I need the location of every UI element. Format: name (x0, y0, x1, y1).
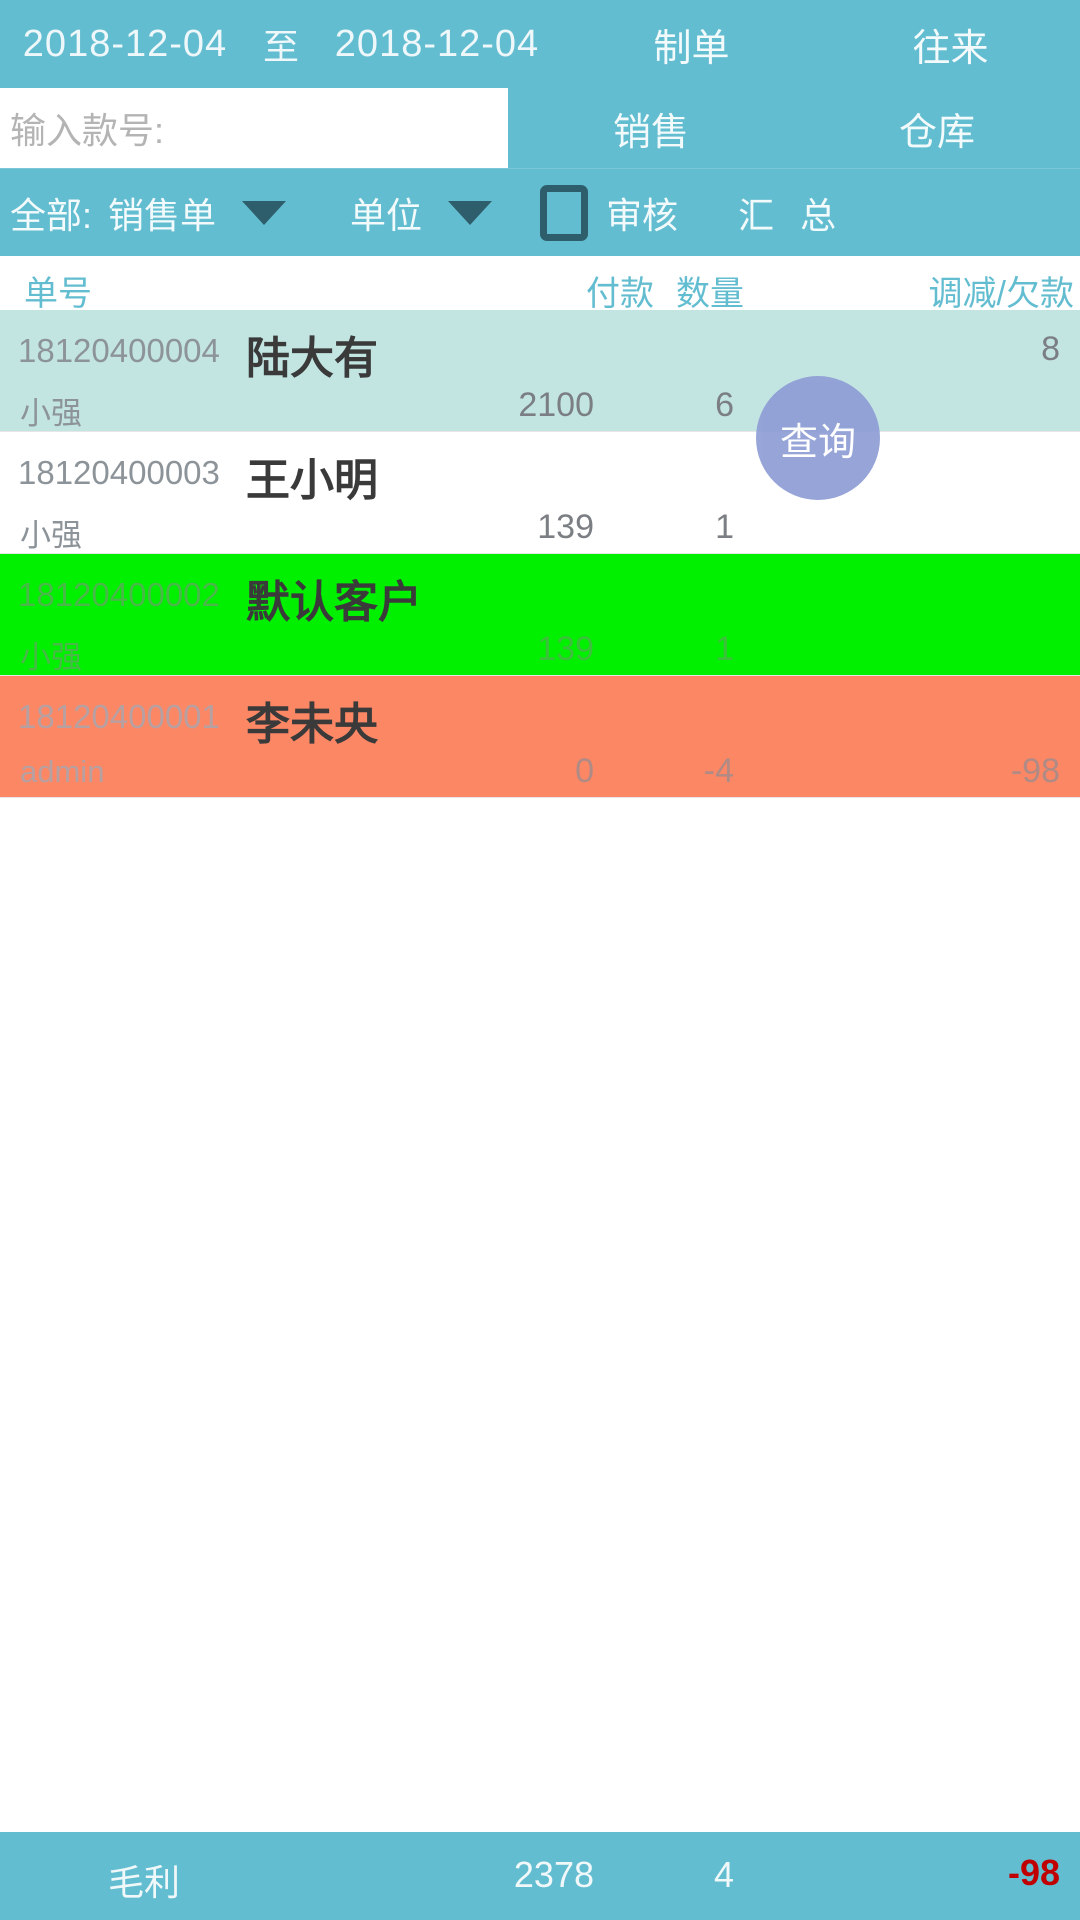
summary-payment: 2378 (513, 1854, 594, 1895)
row-quantity: 1 (715, 508, 734, 546)
order-list: 18120400004 陆大有 小强 2100 6 8 18120400003 … (0, 310, 1080, 798)
row-adjust-bottom: -98 (1010, 752, 1060, 790)
row-quantity: 1 (715, 630, 734, 668)
summary-adjust: -98 (1007, 1852, 1060, 1893)
row-code: 18120400004 (18, 332, 220, 369)
row-quantity: -4 (703, 752, 734, 790)
summary-bar: 毛利 2378 4 -98 (0, 1832, 1080, 1920)
date-to-field[interactable]: 2018-12-04 (312, 23, 562, 66)
row-user: 小强 (20, 396, 82, 431)
row-payment: 139 (537, 630, 594, 668)
row-adjust-top: 8 (1041, 330, 1060, 368)
row-name: 默认客户 (246, 578, 422, 627)
row-quantity: 6 (715, 386, 734, 424)
audit-checkbox[interactable] (540, 184, 589, 241)
app-root: 2018-12-04 至 2018-12-04 制单 往来 输入款号: 销售 仓… (0, 0, 1080, 1920)
search-row: 输入款号: 销售 仓库 (0, 88, 1080, 168)
chevron-down-icon[interactable] (448, 200, 493, 225)
row-code: 18120400001 (18, 698, 220, 735)
filter-all-label: 全部: (10, 194, 93, 236)
table-row[interactable]: 18120400003 王小明 小强 139 1 (0, 432, 1080, 554)
row-name: 王小明 (246, 456, 378, 505)
table-column-header: 单号 付款 数量 调减/欠款 (0, 256, 1080, 313)
table-row[interactable]: 18120400001 李未央 admin 0 -4 -98 (0, 676, 1080, 798)
summary-quantity: 4 (713, 1854, 734, 1895)
table-row[interactable]: 18120400002 默认客户 小强 139 1 (0, 554, 1080, 676)
column-header-quantity: 数量 (676, 275, 744, 313)
row-code: 18120400002 (18, 576, 220, 613)
date-from-field[interactable]: 2018-12-04 (0, 23, 250, 66)
row-payment: 2100 (518, 386, 594, 424)
row-payment: 139 (537, 508, 594, 546)
row-code: 18120400003 (18, 454, 220, 491)
row-name: 李未央 (246, 700, 378, 749)
filter-bar: 全部: 销售单 单位 审核 汇 总 (0, 168, 1080, 256)
tab-wanglai[interactable]: 往来 (821, 17, 1080, 72)
table-row[interactable]: 18120400004 陆大有 小强 2100 6 8 (0, 310, 1080, 432)
search-tab-group: 销售 仓库 (508, 88, 1080, 168)
column-header-payment: 付款 (586, 275, 654, 313)
query-button[interactable]: 查询 (756, 376, 880, 500)
date-range-separator: 至 (262, 26, 299, 67)
empty-list-area (0, 798, 1080, 1832)
row-user: 小强 (20, 518, 82, 553)
audit-label[interactable]: 审核 (606, 187, 678, 239)
row-user: admin (20, 754, 105, 789)
row-payment: 0 (575, 752, 594, 790)
search-input[interactable]: 输入款号: (0, 88, 508, 168)
column-header-no: 单号 (24, 275, 92, 313)
search-placeholder: 输入款号: (10, 110, 165, 151)
doc-type-select[interactable]: 销售单 (108, 187, 216, 239)
unit-select[interactable]: 单位 (350, 187, 422, 239)
chevron-down-icon[interactable] (242, 200, 287, 225)
top-bar: 2018-12-04 至 2018-12-04 制单 往来 (0, 0, 1080, 88)
tab-sales[interactable]: 销售 (508, 101, 794, 156)
tab-warehouse[interactable]: 仓库 (794, 101, 1080, 156)
summary-label: 毛利 (108, 1862, 181, 1903)
row-user: 小强 (20, 640, 82, 675)
row-name: 陆大有 (246, 334, 378, 383)
tab-zhidan[interactable]: 制单 (562, 17, 821, 72)
summary-button[interactable]: 汇 总 (738, 187, 844, 239)
column-header-adjust: 调减/欠款 (928, 275, 1074, 313)
